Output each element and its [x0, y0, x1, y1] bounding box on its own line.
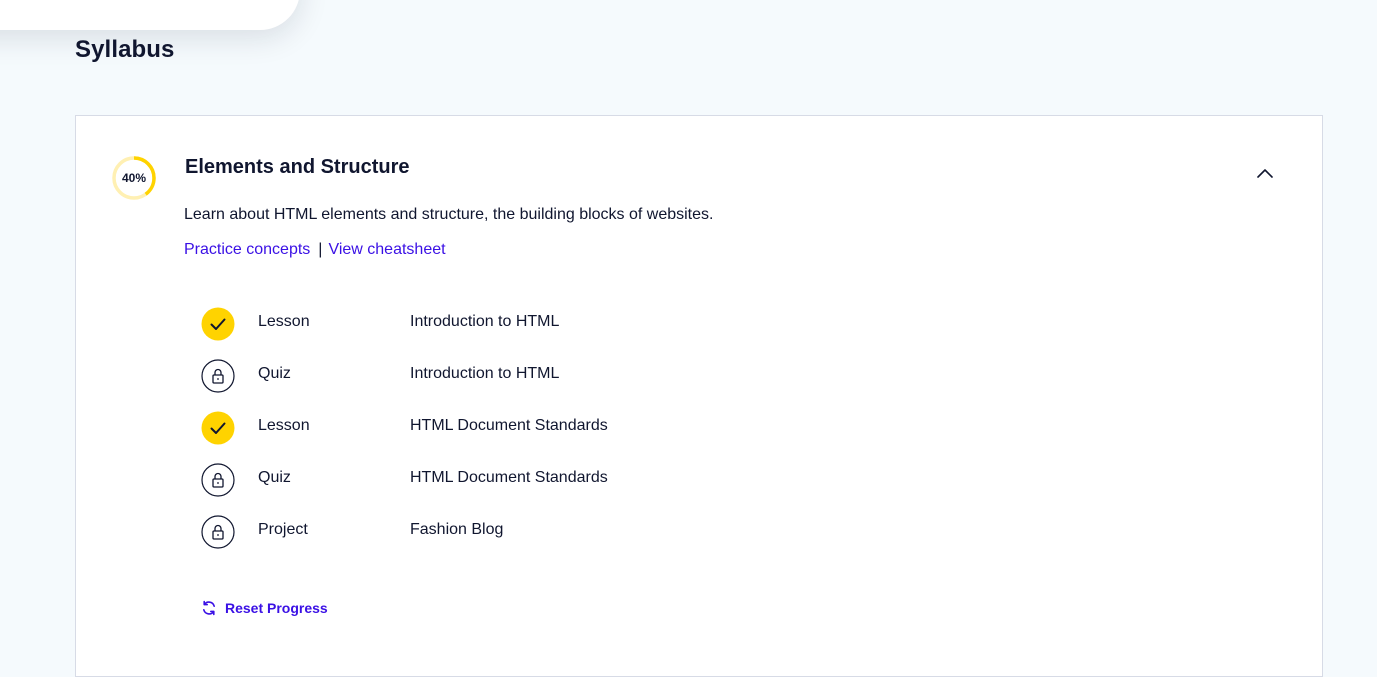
collapse-module-button[interactable] [1250, 158, 1280, 188]
syllabus-item[interactable]: Project Fashion Blog [201, 514, 901, 566]
page-title: Syllabus [75, 36, 175, 63]
syllabus-item-list: Lesson Introduction to HTML Quiz Introducti… [201, 306, 901, 566]
syllabus-item[interactable]: Lesson Introduction to HTML [201, 306, 901, 358]
check-icon [201, 307, 235, 341]
syllabus-item-type: Lesson [258, 313, 310, 330]
lock-icon [201, 463, 235, 497]
syllabus-item[interactable]: Quiz Introduction to HTML [201, 358, 901, 410]
syllabus-item-name: Introduction to HTML [410, 313, 560, 330]
view-cheatsheet-link[interactable]: View cheatsheet [328, 241, 445, 258]
syllabus-item-type: Lesson [258, 417, 310, 434]
module-title: Elements and Structure [185, 156, 410, 178]
practice-concepts-link[interactable]: Practice concepts [184, 241, 310, 258]
module-description: Learn about HTML elements and structure,… [184, 206, 714, 223]
module-card: 40% Elements and Structure Learn about H… [75, 115, 1323, 677]
syllabus-item[interactable]: Quiz HTML Document Standards [201, 462, 901, 514]
syllabus-item-name: Introduction to HTML [410, 365, 560, 382]
reset-progress-label: Reset Progress [225, 600, 328, 616]
syllabus-item-name: HTML Document Standards [410, 469, 608, 486]
syllabus-item-type: Project [258, 521, 308, 538]
chevron-up-icon [1257, 169, 1273, 178]
syllabus-item-type: Quiz [258, 365, 291, 382]
lock-icon [201, 515, 235, 549]
top-left-shadow [0, 0, 300, 30]
progress-percent: 40% [121, 171, 147, 185]
reset-progress-button[interactable]: Reset Progress [201, 600, 328, 616]
syllabus-item-name: HTML Document Standards [410, 417, 608, 434]
lock-icon [201, 359, 235, 393]
module-links: Practice concepts | View cheatsheet [184, 241, 446, 259]
syllabus-item-name: Fashion Blog [410, 521, 504, 538]
syllabus-item-type: Quiz [258, 469, 291, 486]
module-progress-ring: 40% [111, 155, 157, 201]
syllabus-item[interactable]: Lesson HTML Document Standards [201, 410, 901, 462]
check-icon [201, 411, 235, 445]
refresh-icon [203, 600, 215, 616]
link-separator: | [318, 241, 323, 258]
